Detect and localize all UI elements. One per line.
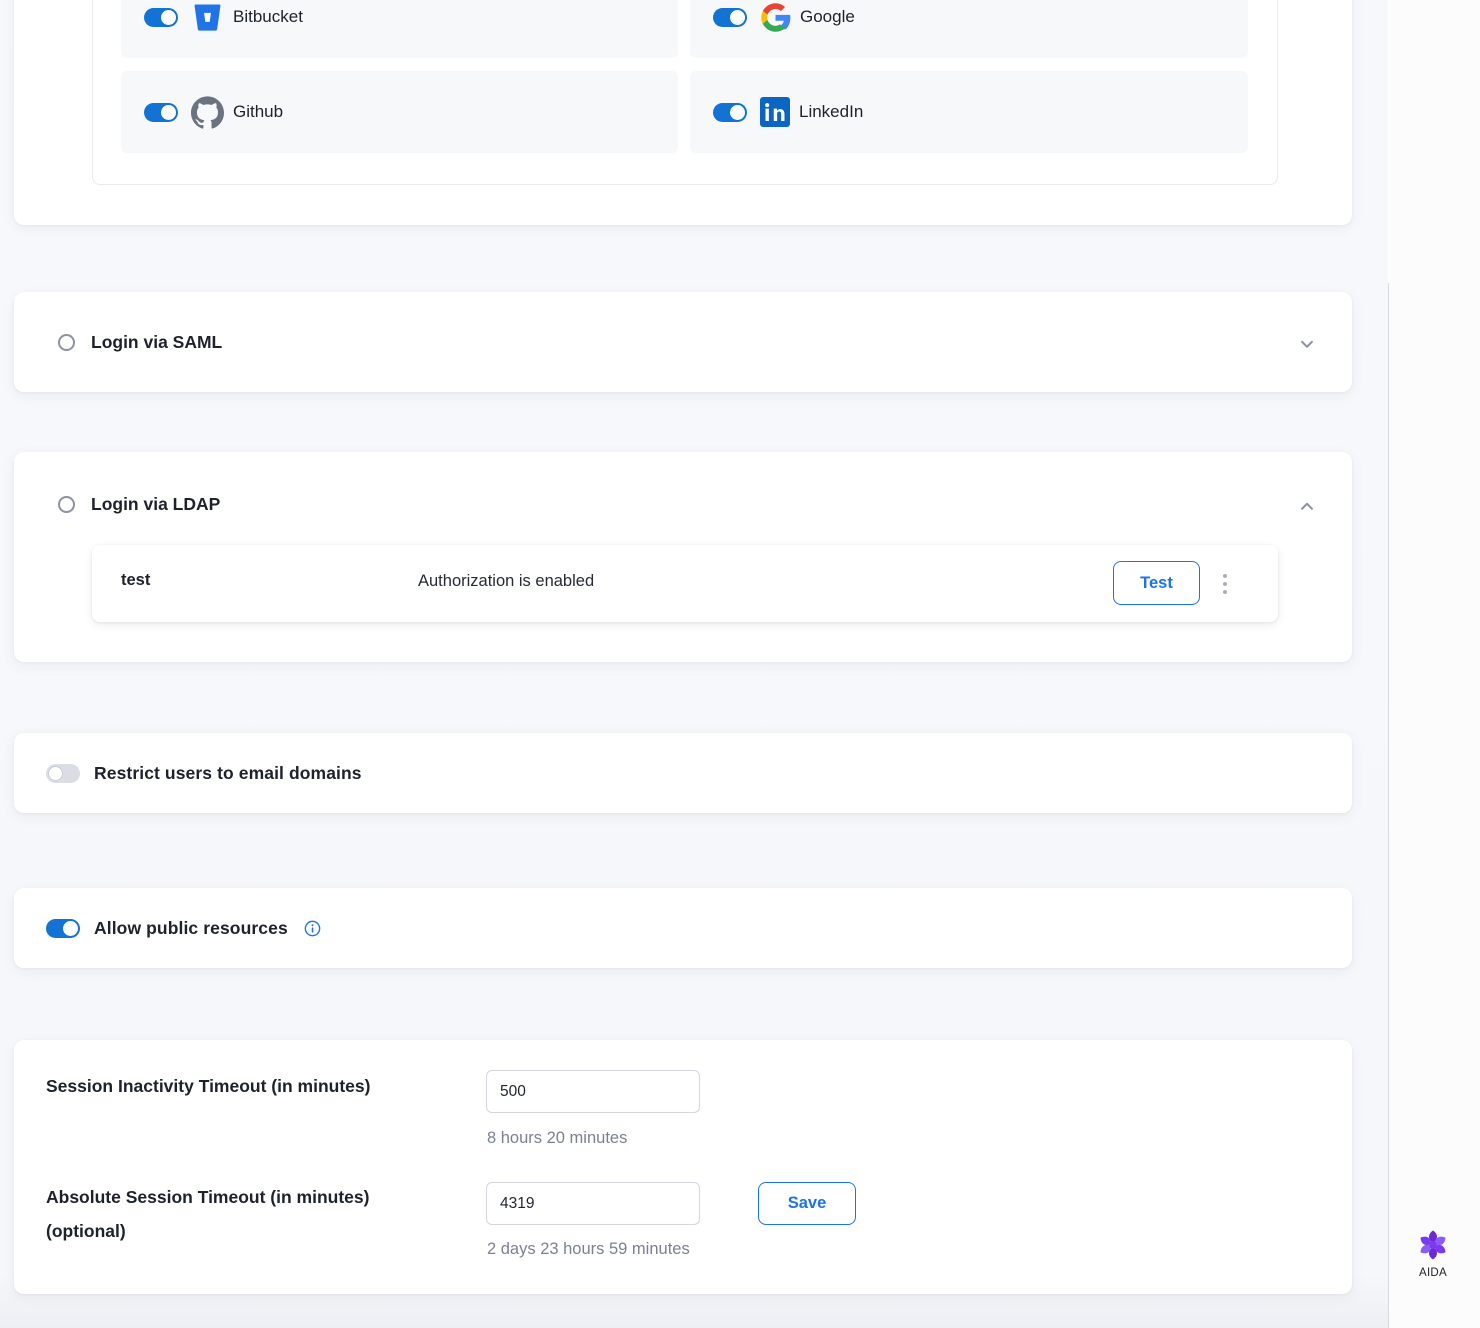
ldap-config-row: test Authorization is enabled Test xyxy=(92,545,1278,622)
kebab-menu-icon[interactable] xyxy=(1216,567,1234,601)
linkedin-icon xyxy=(760,97,790,127)
branding-badge: AIDA xyxy=(1404,1228,1462,1279)
provider-row-linkedin: LinkedIn xyxy=(690,71,1248,153)
ldap-section-title: Login via LDAP xyxy=(91,494,220,515)
right-panel xyxy=(1389,0,1480,1328)
github-icon xyxy=(191,96,224,129)
ldap-config-name: test xyxy=(121,571,150,590)
provider-label: Google xyxy=(800,7,855,27)
bitbucket-toggle[interactable] xyxy=(144,8,178,27)
saml-radio[interactable] xyxy=(58,334,75,351)
linkedin-toggle[interactable] xyxy=(713,103,747,122)
restrict-domains-label: Restrict users to email domains xyxy=(94,763,362,784)
bitbucket-icon xyxy=(191,1,224,34)
saml-section-card: Login via SAML xyxy=(14,292,1352,392)
ldap-section-card: Login via LDAP test Authorization is ena… xyxy=(14,452,1352,662)
oauth-providers-card: Bitbucket Google Github xyxy=(14,0,1352,225)
inactivity-timeout-input[interactable] xyxy=(486,1070,700,1113)
panel-divider xyxy=(1388,283,1389,1328)
absolute-timeout-optional-label: (optional) xyxy=(46,1221,126,1242)
info-icon[interactable] xyxy=(304,920,321,937)
absolute-timeout-label: Absolute Session Timeout (in minutes) xyxy=(46,1187,369,1208)
branding-label: AIDA xyxy=(1419,1267,1447,1279)
provider-label: LinkedIn xyxy=(799,102,863,122)
provider-row-google: Google xyxy=(690,0,1248,58)
restrict-domains-toggle[interactable] xyxy=(46,764,80,783)
chevron-down-icon[interactable] xyxy=(1296,333,1318,355)
chevron-up-icon[interactable] xyxy=(1296,495,1318,517)
provider-label: Bitbucket xyxy=(233,7,303,27)
absolute-timeout-input[interactable] xyxy=(486,1182,700,1225)
saml-section-title: Login via SAML xyxy=(91,332,222,353)
github-toggle[interactable] xyxy=(144,103,178,122)
inactivity-timeout-label: Session Inactivity Timeout (in minutes) xyxy=(46,1076,370,1097)
ldap-config-status: Authorization is enabled xyxy=(418,572,594,591)
provider-row-bitbucket: Bitbucket xyxy=(121,0,678,58)
session-settings-card: Session Inactivity Timeout (in minutes) … xyxy=(14,1040,1352,1294)
public-resources-label: Allow public resources xyxy=(94,918,288,939)
absolute-timeout-helper: 2 days 23 hours 59 minutes xyxy=(487,1240,690,1259)
inactivity-timeout-helper: 8 hours 20 minutes xyxy=(487,1129,627,1148)
ldap-test-button[interactable]: Test xyxy=(1113,561,1200,605)
google-toggle[interactable] xyxy=(713,8,747,27)
public-resources-card: Allow public resources xyxy=(14,888,1352,968)
restrict-domains-card: Restrict users to email domains xyxy=(14,733,1352,813)
provider-label: Github xyxy=(233,102,283,122)
aida-flower-icon xyxy=(1416,1228,1450,1262)
save-button[interactable]: Save xyxy=(758,1182,856,1225)
google-icon xyxy=(760,2,791,33)
public-resources-toggle[interactable] xyxy=(46,919,80,938)
provider-row-github: Github xyxy=(121,71,678,153)
oauth-providers-list: Bitbucket Google Github xyxy=(92,0,1278,185)
ldap-radio[interactable] xyxy=(58,496,75,513)
